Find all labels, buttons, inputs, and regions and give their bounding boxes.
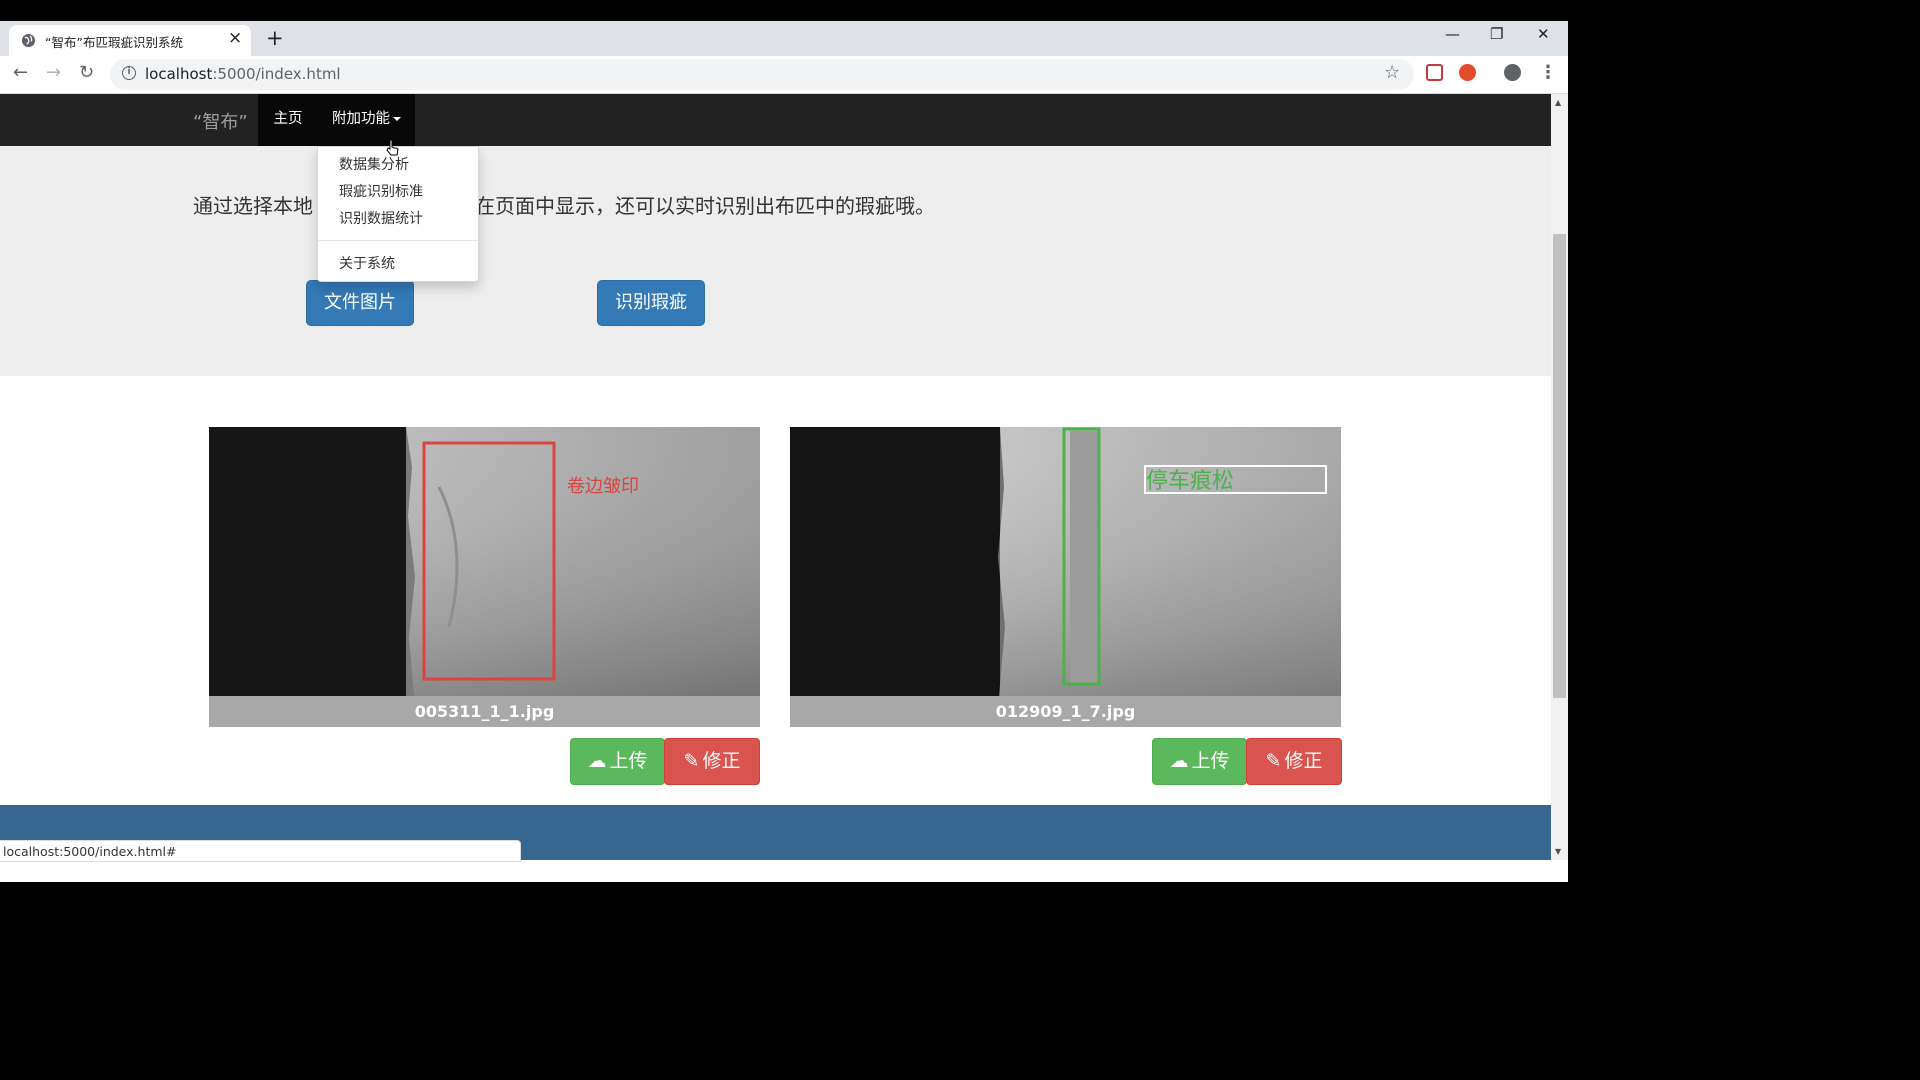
fabric-image-1: 卷边皱印 [209, 427, 760, 696]
menu-item-dataset-analysis[interactable]: 数据集分析 [339, 154, 409, 174]
scroll-down-icon[interactable]: ▼ [1555, 847, 1561, 856]
upload-label-1: 上传 [609, 750, 648, 772]
nav-extra-features[interactable]: 附加功能 [318, 94, 415, 146]
browser-window: “智布”布匹瑕疵识别系统 × + — ❐ ✕ ← → ↻ i localhost… [0, 0, 1568, 882]
upload-button-1[interactable]: ☁ 上传 [570, 738, 665, 785]
browser-tab[interactable]: “智布”布匹瑕疵识别系统 × [9, 25, 251, 56]
web-page: “智布” 主页 附加功能 通过选择本地 在页面中显示，还可以实时识别出布匹中的瑕… [0, 94, 1551, 860]
url-text: localhost:5000/index.html [145, 65, 341, 83]
edit-icon: ✎ [683, 750, 700, 772]
close-tab-icon[interactable]: × [228, 28, 242, 48]
reload-icon[interactable]: ↻ [79, 62, 94, 83]
address-bar[interactable]: i localhost:5000/index.html ☆ [110, 59, 1414, 90]
status-bubble: localhost:5000/index.html# [0, 840, 521, 862]
edit-icon: ✎ [1265, 750, 1282, 772]
correct-label-1: 修正 [702, 750, 741, 772]
intro-section: 通过选择本地 在页面中显示，还可以实时识别出布匹中的瑕疵哦。 文件图片 识别瑕疵 [0, 146, 1551, 376]
filename-2: 012909_1_7.jpg [995, 702, 1136, 721]
extra-features-menu: 数据集分析 瑕疵识别标准 识别数据统计 关于系统 [317, 146, 479, 282]
brand-logo[interactable]: “智布” [193, 108, 248, 134]
info-icon[interactable]: i [122, 66, 136, 80]
minimize-icon[interactable]: — [1445, 25, 1460, 43]
window-bottom-edge [0, 860, 1568, 882]
browser-toolbar: ← → ↻ i localhost:5000/index.html ☆ ⋮ [0, 56, 1568, 94]
page-scrollbar[interactable]: ▲ ▼ [1551, 94, 1568, 860]
bookmark-star-icon[interactable]: ☆ [1384, 62, 1400, 83]
defect-label-1: 卷边皱印 [567, 476, 639, 497]
restore-icon[interactable]: ❐ [1490, 25, 1503, 43]
profile-icon[interactable] [1504, 64, 1521, 81]
filename-1: 005311_1_1.jpg [414, 702, 555, 721]
upload-button-2[interactable]: ☁ 上传 [1152, 738, 1247, 785]
mouse-cursor-icon [386, 139, 399, 156]
url-host: localhost [145, 65, 213, 83]
correct-button-1[interactable]: ✎ 修正 [664, 738, 760, 785]
caret-down-icon [393, 117, 401, 121]
globe-icon [21, 33, 36, 48]
intro-text-left: 通过选择本地 [193, 194, 313, 218]
forward-icon[interactable]: → [46, 62, 61, 83]
site-navbar: “智布” 主页 附加功能 [0, 94, 1551, 146]
close-window-icon[interactable]: ✕ [1537, 25, 1550, 43]
extension-icon[interactable] [1459, 64, 1476, 81]
correct-label-2: 修正 [1284, 750, 1323, 772]
menu-item-defect-standard[interactable]: 瑕疵识别标准 [339, 181, 423, 201]
cloud-upload-icon: ☁ [587, 750, 607, 772]
detect-defect-button[interactable]: 识别瑕疵 [597, 280, 705, 326]
scrollbar-thumb[interactable] [1553, 234, 1566, 698]
screen-top-bar [0, 0, 1568, 21]
menu-item-recognition-stats[interactable]: 识别数据统计 [339, 208, 423, 228]
new-tab-icon[interactable]: + [266, 26, 284, 50]
url-rest: :5000/index.html [212, 65, 341, 83]
nav-home[interactable]: 主页 [258, 94, 318, 146]
intro-text-right: 在页面中显示，还可以实时识别出布匹中的瑕疵哦。 [475, 194, 935, 218]
fabric-image-2: 停车痕松 [790, 427, 1341, 696]
scroll-up-icon[interactable]: ▲ [1555, 98, 1561, 107]
tab-title: “智布”布匹瑕疵识别系统 [45, 35, 183, 50]
result-card-2: 停车痕松 012909_1_7.jpg [790, 427, 1341, 727]
browser-menu-icon[interactable]: ⋮ [1539, 62, 1557, 83]
nav-extra-label: 附加功能 [332, 111, 390, 127]
menu-item-about[interactable]: 关于系统 [339, 253, 395, 273]
menu-divider [318, 240, 478, 241]
pocket-extension-icon[interactable] [1426, 64, 1443, 81]
upload-label-2: 上传 [1191, 750, 1230, 772]
result-card-1: 卷边皱印 005311_1_1.jpg [209, 427, 760, 727]
back-icon[interactable]: ← [13, 62, 28, 83]
cloud-upload-icon: ☁ [1169, 750, 1189, 772]
correct-button-2[interactable]: ✎ 修正 [1246, 738, 1342, 785]
defect-label-2: 停车痕松 [1146, 469, 1234, 494]
choose-file-button[interactable]: 文件图片 [306, 280, 414, 326]
